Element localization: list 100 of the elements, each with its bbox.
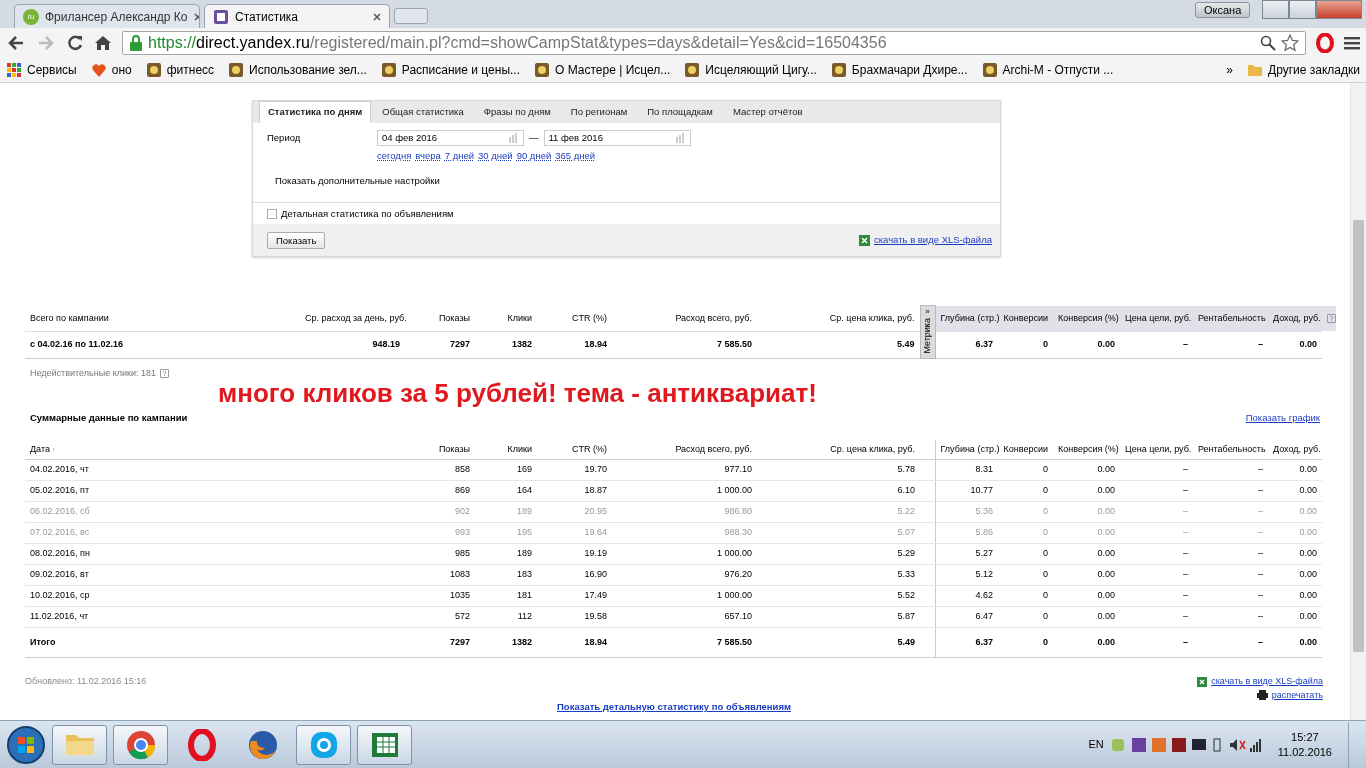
period-link[interactable]: сегодня <box>377 149 412 164</box>
start-button[interactable] <box>6 724 46 765</box>
column-header[interactable]: Клики <box>507 443 532 454</box>
column-header[interactable]: Цена цели, руб. <box>1125 443 1192 454</box>
taskbar-button[interactable] <box>52 724 107 765</box>
minimize-button[interactable] <box>1262 0 1289 19</box>
language-indicator[interactable]: EN <box>1088 736 1104 753</box>
home-icon[interactable] <box>94 34 112 52</box>
date-separator: — <box>529 130 539 145</box>
report-tab[interactable]: Статистика по дням <box>259 100 372 123</box>
bookmark[interactable]: Исцеляющий Цигу... <box>684 61 817 79</box>
column-header[interactable]: Расход всего, руб. <box>675 443 752 454</box>
table-cell: 0 <box>1043 527 1048 538</box>
table-cell: 0 <box>1043 548 1048 559</box>
ring-icon[interactable] <box>1316 33 1334 53</box>
taskbar-button[interactable] <box>357 724 412 765</box>
taskbar-button[interactable] <box>113 724 168 765</box>
settings-link[interactable]: Показать дополнительные настройки <box>275 174 440 195</box>
table-cell: 6.10 <box>897 485 915 496</box>
column-header[interactable]: Конверсия (%) <box>1058 443 1119 454</box>
column-header[interactable]: CTR (%) <box>572 443 607 454</box>
table-cell: – <box>1183 590 1188 601</box>
detail-link[interactable]: Показать детальную статистику по объявлениям <box>557 701 791 713</box>
star-icon[interactable] <box>1281 34 1299 52</box>
more-bookmarks-button[interactable]: » <box>1226 61 1234 79</box>
column-header[interactable]: Дата <box>30 443 50 454</box>
bookmark[interactable]: Расписание и цены... <box>380 61 520 79</box>
period-link[interactable]: 7 дней <box>444 149 475 164</box>
menu-icon[interactable] <box>1344 36 1360 50</box>
table-cell: – <box>1258 506 1263 517</box>
column-header[interactable]: Показы <box>438 443 470 454</box>
download-link[interactable]: скачать в виде XLS-файла <box>1211 675 1323 689</box>
bookmark[interactable]: О Мастере | Исцел... <box>534 61 671 79</box>
reload-icon[interactable] <box>66 34 84 52</box>
browser-tab[interactable]: ru Фрилансер Александр Ко <box>14 4 200 28</box>
checkbox[interactable] <box>267 208 277 219</box>
lock-icon <box>129 35 143 51</box>
scrollbar-thumb[interactable] <box>1353 220 1364 652</box>
report-tab[interactable]: Общая статистика <box>373 100 473 123</box>
bookmark[interactable]: Использование зел... <box>228 61 367 79</box>
date-field[interactable]: 11 фев 2016 <box>543 130 691 146</box>
column-header[interactable]: Ср. цена клика, руб. <box>830 443 915 454</box>
close-icon[interactable] <box>193 12 199 21</box>
bookmark[interactable]: Сервисы <box>6 61 77 79</box>
scrollbar[interactable] <box>1350 83 1366 720</box>
table-cell: – <box>1258 464 1263 475</box>
clock-date: 11.02.2016 <box>1277 744 1332 760</box>
back-icon[interactable] <box>6 34 26 52</box>
table-cell: 0.00 <box>1299 464 1317 475</box>
close-icon[interactable] <box>373 12 381 21</box>
taskbar-button[interactable] <box>296 724 351 765</box>
chart-link[interactable]: Показать график <box>1245 411 1320 426</box>
period-link[interactable]: 90 дней <box>516 149 552 164</box>
table-cell: 0.00 <box>1097 506 1115 517</box>
bookmark[interactable]: Archi-M - Отпусти ... <box>981 61 1114 79</box>
maximize-button[interactable] <box>1289 0 1316 19</box>
section-title: Суммарные данные по кампании <box>30 411 188 426</box>
profile-button[interactable]: Оксана <box>1195 2 1251 18</box>
column-header: Расход всего, руб. <box>675 312 752 323</box>
table-cell: 572 <box>454 611 470 622</box>
table-cell: – <box>1183 485 1188 496</box>
table-cell: 5.33 <box>897 569 915 580</box>
report-tab[interactable]: По регионам <box>561 100 637 123</box>
other-bookmarks[interactable]: Другие закладки <box>1247 61 1360 79</box>
page-icon <box>213 8 229 25</box>
report-tab[interactable]: По площадкам <box>638 100 722 123</box>
favicon-icon: ru <box>23 8 39 25</box>
period-link[interactable]: вчера <box>415 149 441 164</box>
download-link[interactable]: скачать в виде XLS-файла <box>874 233 992 248</box>
table-cell: 5.22 <box>897 506 915 517</box>
bookmark[interactable]: фитнесс <box>145 61 215 79</box>
table-cell: – <box>1183 339 1188 350</box>
address-bar[interactable]: https://direct.yandex.ru/registered/main.pl?cmd=showCampStat&types=days&detail=Yes&cid=16504356 <box>122 31 1306 55</box>
bookmark[interactable]: Брахмачари Дхире... <box>830 61 968 79</box>
table-cell: 0.00 <box>1097 636 1115 647</box>
column-header[interactable]: Конверсии <box>1003 443 1048 454</box>
close-button[interactable] <box>1316 0 1362 19</box>
circle-icon <box>124 728 157 761</box>
table-cell: 195 <box>516 527 532 538</box>
browser-tab[interactable]: Статистика <box>204 4 390 28</box>
column-header[interactable]: Рентабельность <box>1198 443 1266 454</box>
tray-icons-drawing[interactable] <box>1111 736 1262 753</box>
zoom-icon[interactable] <box>1260 35 1276 51</box>
table-cell: – <box>1258 611 1263 622</box>
show-button[interactable]: Показать <box>267 231 326 249</box>
column-header: Всего по кампании <box>30 312 109 323</box>
column-header[interactable]: Доход, руб. <box>1273 443 1321 454</box>
date-field[interactable]: 04 фев 2016 <box>377 130 524 146</box>
report-tab[interactable]: Фразы по дням <box>474 100 560 123</box>
expand-toggle[interactable]: » <box>920 306 935 319</box>
table-cell: 1382 <box>511 636 532 647</box>
print-link[interactable]: распечатать <box>1271 688 1323 703</box>
period-link[interactable]: 30 дней <box>478 149 513 164</box>
page-icon <box>380 62 397 78</box>
report-tab[interactable]: Мастер отчётов <box>723 100 812 123</box>
column-header: Ср. цена клика, руб. <box>829 312 915 323</box>
period-link[interactable]: 365 дней <box>555 149 596 164</box>
column-header[interactable]: Глубина (стр.) <box>940 443 1000 454</box>
table-cell: 0.00 <box>1097 590 1115 601</box>
bookmark[interactable]: оно <box>90 61 132 79</box>
